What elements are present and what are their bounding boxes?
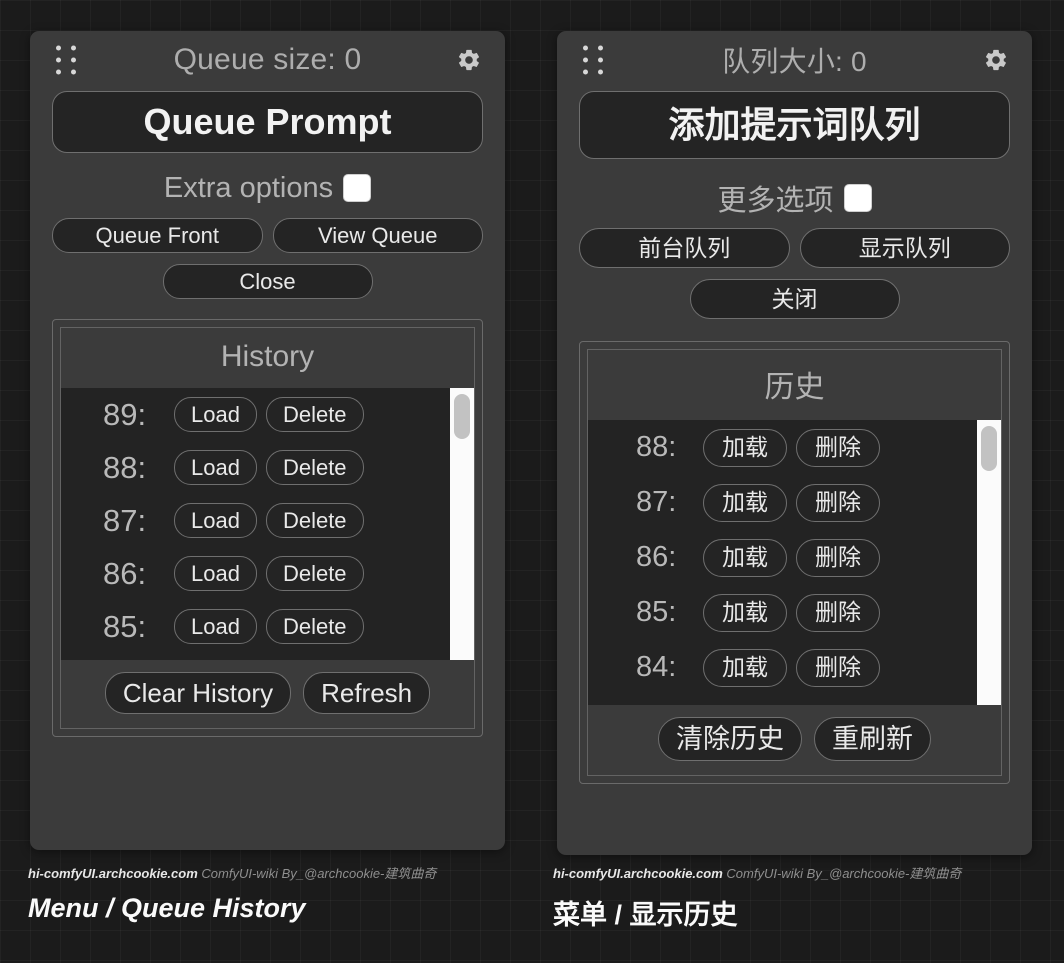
table-row: 84: 加载 删除 (588, 640, 1001, 695)
extra-options-label: 更多选项 (717, 185, 834, 217)
history-item-id: 88: (636, 431, 677, 463)
close-button[interactable]: 关闭 (689, 279, 900, 319)
history-inner: History 89: Load Delete 88: Load Delete … (60, 327, 475, 729)
delete-button[interactable]: Delete (265, 450, 364, 485)
table-row: 87: Load Delete (61, 494, 474, 547)
delete-button[interactable]: Delete (265, 397, 364, 432)
extra-options-checkbox[interactable] (343, 174, 372, 202)
caption-chinese: hi-comfyUI.archcookie.com ComfyUI-wiki B… (553, 866, 961, 932)
table-row: 87: 加载 删除 (588, 475, 1001, 530)
view-queue-button[interactable]: View Queue (272, 218, 483, 253)
queue-action-row: Queue Front View Queue (30, 218, 505, 253)
history-list[interactable]: 88: 加载 删除 87: 加载 删除 86: 加载 删除 85: 加载 删除 … (588, 420, 1001, 705)
table-row: 88: Load Delete (61, 441, 474, 494)
table-row: 88: 加载 删除 (588, 420, 1001, 475)
queue-panel-english: Queue size: 0 Queue Prompt Extra options… (30, 31, 505, 850)
queue-prompt-button[interactable]: Queue Prompt (52, 91, 483, 153)
drag-dots-icon[interactable] (583, 45, 603, 75)
close-row: Close (30, 264, 505, 299)
delete-button[interactable]: 删除 (796, 483, 880, 522)
history-item-id: 86: (636, 541, 677, 573)
panel-title-bar: Queue size: 0 (30, 31, 505, 89)
queue-front-button[interactable]: 前台队列 (579, 228, 790, 268)
history-item-id: 89: (103, 396, 147, 432)
delete-button[interactable]: Delete (265, 556, 364, 591)
history-title: History (61, 328, 474, 388)
refresh-button[interactable]: 重刷新 (814, 717, 931, 761)
history-item-id: 85: (103, 608, 147, 644)
watermark-author: By_@archcookie-建筑曲奇 (281, 866, 437, 881)
history-item-id: 88: (103, 449, 147, 485)
delete-button[interactable]: Delete (265, 503, 364, 538)
history-item-id: 87: (636, 486, 677, 518)
caption-title: Menu / Queue History (28, 892, 306, 923)
panel-title-bar: 队列大小: 0 (557, 31, 1032, 89)
history-title: 历史 (588, 350, 1001, 420)
extra-options-checkbox[interactable] (843, 184, 872, 212)
clear-history-button[interactable]: Clear History (104, 672, 292, 714)
caption-english: hi-comfyUI.archcookie.com ComfyUI-wiki B… (28, 866, 436, 924)
load-button[interactable]: 加载 (703, 538, 787, 577)
view-queue-button[interactable]: 显示队列 (799, 228, 1010, 268)
queue-front-button[interactable]: Queue Front (52, 218, 263, 253)
history-inner: 历史 88: 加载 删除 87: 加载 删除 86: 加载 删除 85: 加载 … (587, 349, 1002, 776)
history-panel: 历史 88: 加载 删除 87: 加载 删除 86: 加载 删除 85: 加载 … (579, 341, 1010, 784)
watermark-author: By_@archcookie-建筑曲奇 (806, 866, 962, 881)
table-row: 86: Load Delete (61, 547, 474, 600)
watermark-site: hi-comfyUI.archcookie.com (553, 866, 723, 881)
delete-button[interactable]: Delete (265, 609, 364, 644)
extra-options-row: 更多选项 (557, 181, 1032, 217)
history-item-id: 84: (636, 651, 677, 683)
table-row: 89: Load Delete (61, 388, 474, 441)
queue-size-label: 队列大小: 0 (722, 46, 867, 77)
watermark: hi-comfyUI.archcookie.com ComfyUI-wiki B… (553, 866, 961, 882)
watermark: hi-comfyUI.archcookie.com ComfyUI-wiki B… (28, 866, 436, 882)
queue-prompt-button[interactable]: 添加提示词队列 (579, 91, 1010, 159)
close-button[interactable]: Close (162, 264, 373, 299)
load-button[interactable]: Load (174, 609, 257, 644)
load-button[interactable]: Load (174, 503, 257, 538)
history-scrollbar-thumb[interactable] (454, 394, 470, 439)
load-button[interactable]: 加载 (703, 428, 787, 467)
delete-button[interactable]: 删除 (796, 428, 880, 467)
drag-dots-icon[interactable] (56, 45, 76, 75)
delete-button[interactable]: 删除 (796, 648, 880, 687)
history-scrollbar[interactable] (450, 388, 474, 660)
history-panel: History 89: Load Delete 88: Load Delete … (52, 319, 483, 737)
watermark-wiki: ComfyUI-wiki (726, 866, 803, 881)
extra-options-row: Extra options (30, 171, 505, 205)
queue-action-row: 前台队列 显示队列 (557, 228, 1032, 268)
history-scrollbar-thumb[interactable] (981, 426, 997, 471)
clear-history-button[interactable]: 清除历史 (658, 717, 802, 761)
gear-icon[interactable] (455, 46, 483, 74)
delete-button[interactable]: 删除 (796, 538, 880, 577)
load-button[interactable]: 加载 (703, 593, 787, 632)
history-item-id: 85: (636, 596, 677, 628)
queue-panel-chinese: 队列大小: 0 添加提示词队列 更多选项 前台队列 显示队列 关闭 历史 88:… (557, 31, 1032, 855)
history-scrollbar[interactable] (977, 420, 1001, 705)
history-item-id: 86: (103, 555, 147, 591)
load-button[interactable]: 加载 (703, 648, 787, 687)
queue-size-label: Queue size: 0 (173, 43, 362, 76)
table-row: 85: Load Delete (61, 600, 474, 653)
gear-icon[interactable] (982, 46, 1010, 74)
watermark-site: hi-comfyUI.archcookie.com (28, 866, 198, 881)
caption-title: 菜单 / 显示历史 (553, 899, 738, 930)
load-button[interactable]: Load (174, 556, 257, 591)
watermark-wiki: ComfyUI-wiki (201, 866, 278, 881)
history-item-id: 87: (103, 502, 147, 538)
delete-button[interactable]: 删除 (796, 593, 880, 632)
load-button[interactable]: 加载 (703, 483, 787, 522)
table-row: 85: 加载 删除 (588, 585, 1001, 640)
history-footer: Clear History Refresh (61, 660, 474, 728)
close-row: 关闭 (557, 279, 1032, 319)
table-row: 86: 加载 删除 (588, 530, 1001, 585)
load-button[interactable]: Load (174, 397, 257, 432)
extra-options-label: Extra options (163, 171, 334, 204)
history-footer: 清除历史 重刷新 (588, 705, 1001, 775)
load-button[interactable]: Load (174, 450, 257, 485)
refresh-button[interactable]: Refresh (303, 672, 431, 714)
history-list[interactable]: 89: Load Delete 88: Load Delete 87: Load… (61, 388, 474, 660)
